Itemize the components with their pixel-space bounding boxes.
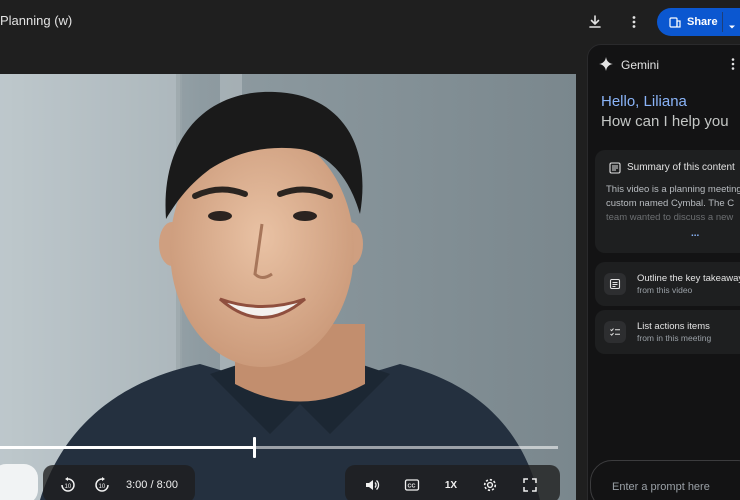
share-divider (722, 12, 723, 32)
summary-line: This video is a planning meeting (606, 184, 740, 195)
volume-icon[interactable] (361, 474, 383, 496)
svg-text:10: 10 (99, 484, 106, 490)
suggestion-title: List actions items (637, 321, 710, 332)
video-progress-bar[interactable] (0, 446, 558, 449)
summary-line: custom named Cymbal. The C (606, 198, 735, 209)
help-question-text: How can I help you (601, 113, 729, 130)
outline-icon (604, 273, 626, 295)
document-title: Planning (w) (0, 13, 73, 28)
suggestion-subtitle: from this video (637, 285, 693, 295)
rewind-10-icon[interactable]: 10 (57, 474, 79, 496)
video-scrubber-handle[interactable] (253, 437, 256, 458)
gemini-title: Gemini (621, 58, 660, 72)
speed-label: 1X (444, 479, 458, 491)
video-progress-fill (0, 446, 254, 449)
caret-down-icon[interactable] (728, 18, 736, 36)
greeting-text: Hello, Liliana (601, 93, 687, 110)
captions-icon[interactable]: CC (401, 474, 423, 496)
download-icon[interactable] (584, 11, 606, 33)
share-button[interactable]: Share (657, 8, 740, 36)
summary-text: This video is a planning meeting custom … (606, 183, 740, 227)
people-icon (669, 16, 681, 28)
forward-10-icon[interactable]: 10 (91, 474, 113, 496)
summary-more-button[interactable]: ... (691, 228, 699, 239)
suggestion-subtitle: from in this meeting (637, 333, 712, 343)
prompt-placeholder: Enter a prompt here (612, 481, 710, 493)
share-label: Share (687, 16, 718, 28)
gemini-sparkle-icon (596, 54, 616, 74)
prompt-input[interactable] (590, 460, 740, 500)
playback-speed-button[interactable]: 1X (440, 474, 462, 496)
summary-line: team wanted to discuss a new (606, 212, 734, 223)
video-time-label: 3:00 / 8:00 (126, 479, 178, 491)
panel-more-icon[interactable] (724, 54, 740, 74)
svg-text:CC: CC (408, 484, 416, 490)
fullscreen-icon[interactable] (519, 474, 541, 496)
video-person-image (0, 74, 576, 500)
play-pause-button[interactable] (0, 464, 38, 500)
summary-card-title: Summary of this content (627, 162, 735, 173)
summary-icon (604, 157, 626, 179)
more-vert-icon[interactable] (623, 11, 645, 33)
checklist-icon (604, 321, 626, 343)
settings-icon[interactable] (479, 474, 501, 496)
top-bar: Planning (w) Share (0, 0, 740, 44)
video-frame[interactable] (0, 74, 576, 500)
svg-text:10: 10 (65, 484, 72, 490)
suggestion-title: Outline the key takeaways (637, 273, 740, 284)
